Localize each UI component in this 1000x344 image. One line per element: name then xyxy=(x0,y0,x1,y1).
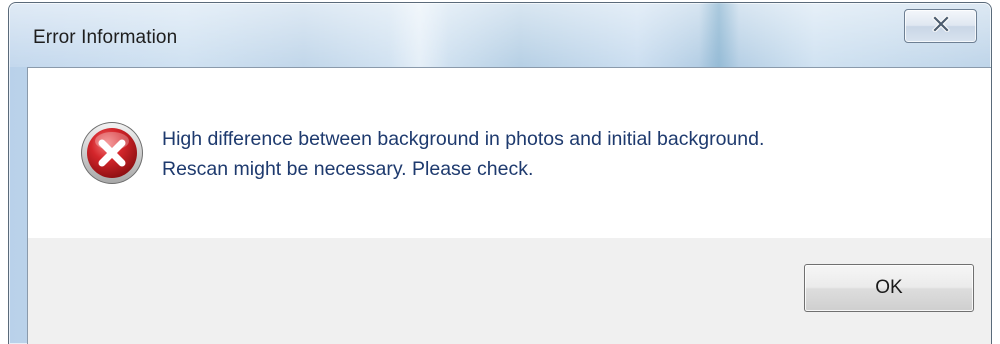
ok-button[interactable]: OK xyxy=(804,264,974,312)
close-icon xyxy=(931,15,950,36)
dialog-client-area: High difference between background in ph… xyxy=(27,67,991,344)
error-dialog-window: Error Information High difference betwee… xyxy=(8,2,992,344)
button-panel: OK xyxy=(28,238,991,344)
message-line: High difference between background in ph… xyxy=(162,128,765,150)
close-button[interactable] xyxy=(904,9,977,43)
message-line: Rescan might be necessary. Please check. xyxy=(162,158,534,180)
title-bar[interactable]: Error Information xyxy=(9,3,991,67)
error-message: High difference between background in ph… xyxy=(162,124,764,184)
window-title: Error Information xyxy=(33,27,178,48)
message-area: High difference between background in ph… xyxy=(28,68,991,238)
error-icon xyxy=(80,121,144,185)
